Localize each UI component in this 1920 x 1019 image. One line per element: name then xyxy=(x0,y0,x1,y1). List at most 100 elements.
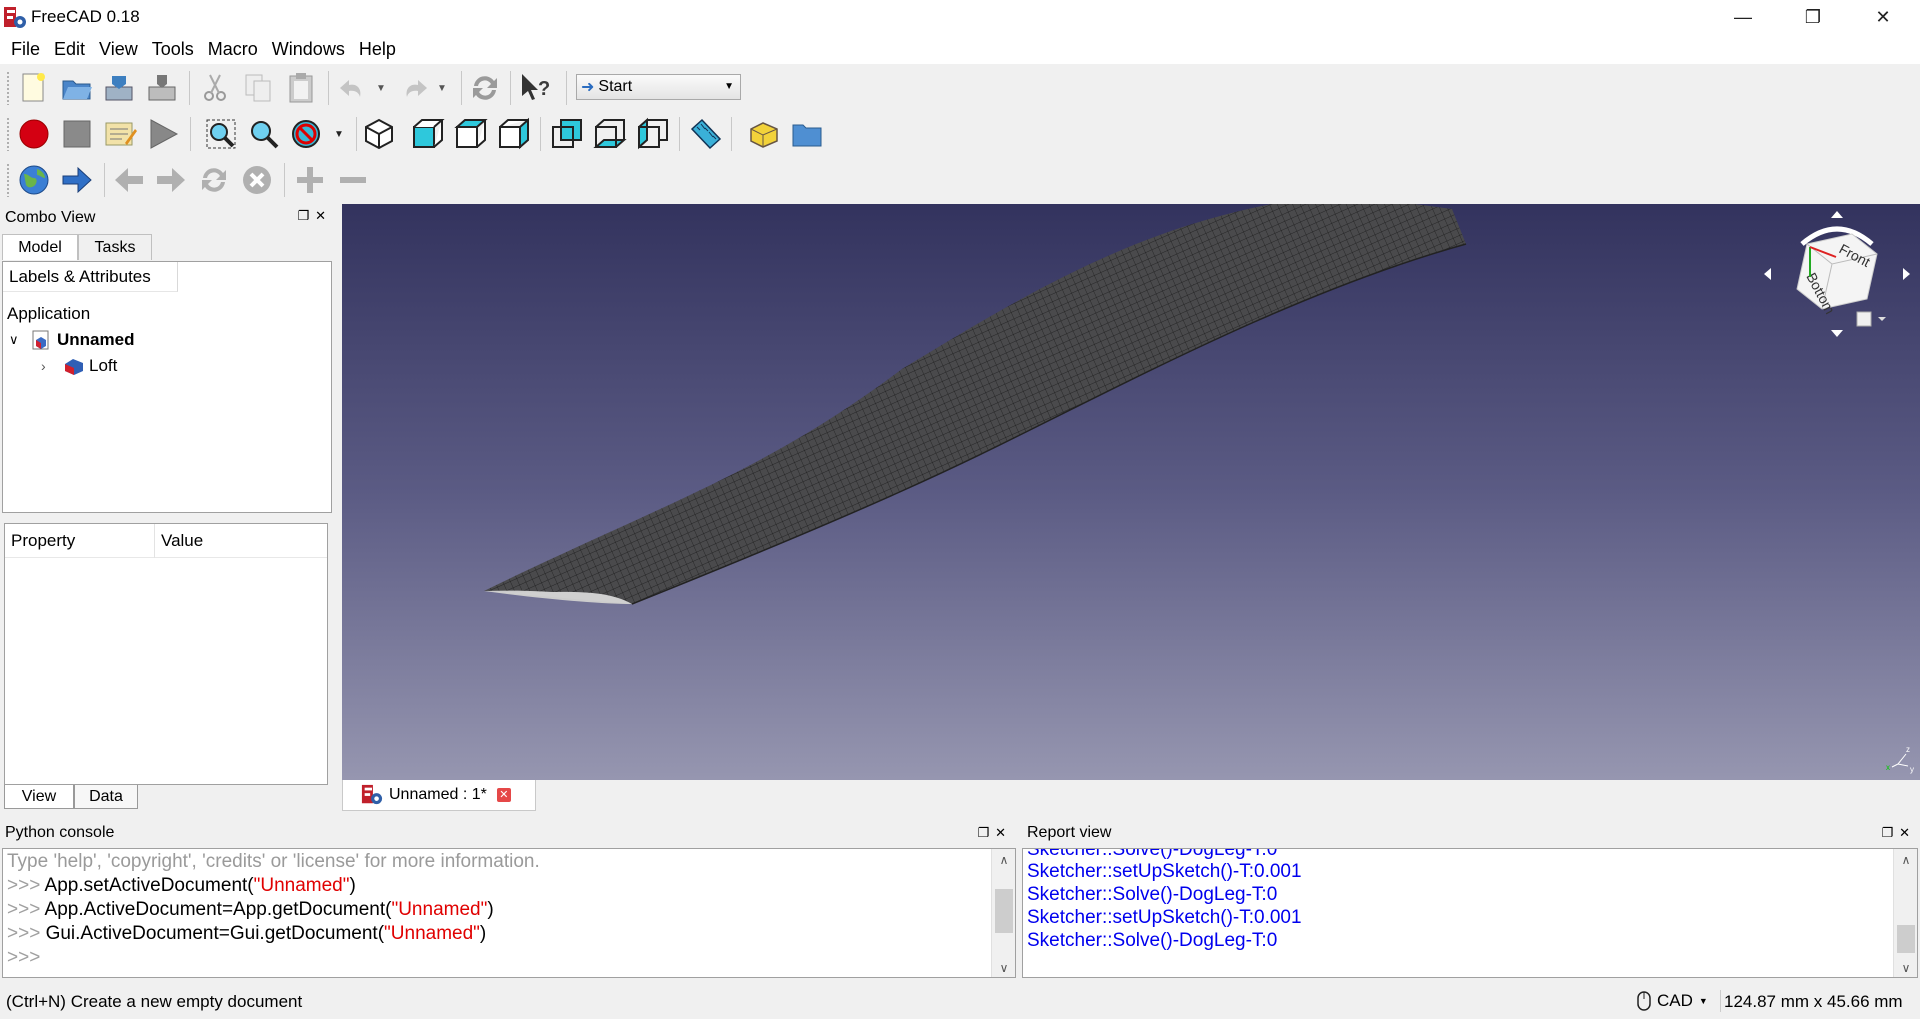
right-view-icon[interactable] xyxy=(495,115,533,153)
scroll-down-icon[interactable]: ∨ xyxy=(992,957,1015,977)
document-tab[interactable]: Unnamed : 1* ✕ xyxy=(342,780,536,811)
model-tree: Labels & Attributes Application ∨ Unname… xyxy=(2,261,332,513)
left-view-icon[interactable] xyxy=(634,115,672,153)
bottom-view-icon[interactable] xyxy=(591,115,629,153)
chevron-down-icon: ▼ xyxy=(724,81,734,92)
fit-all-icon[interactable] xyxy=(202,115,240,153)
menu-file[interactable]: File xyxy=(4,39,47,60)
undo-dropdown-icon[interactable]: ▼ xyxy=(372,69,390,107)
top-view-icon[interactable] xyxy=(452,115,490,153)
expand-chevron-icon[interactable]: ∨ xyxy=(9,332,31,348)
report-line: Sketcher::setUpSketch()-T:0.001 xyxy=(1027,907,1302,928)
scroll-thumb[interactable] xyxy=(1897,925,1915,953)
web-open-icon[interactable] xyxy=(58,161,96,199)
report-view[interactable]: Sketcher::Solve()-DogLeg-T:0 Sketcher::s… xyxy=(1022,848,1918,978)
tab-tasks[interactable]: Tasks xyxy=(78,234,152,260)
whats-this-icon[interactable]: ? xyxy=(516,69,554,107)
tree-item-loft[interactable]: › Loft xyxy=(41,354,117,378)
loft-label: Loft xyxy=(89,356,118,375)
dock-controls[interactable]: ❐✕ xyxy=(977,825,1012,841)
console-scrollbar[interactable]: ∧ ∨ xyxy=(991,849,1015,977)
loft-wing-model[interactable] xyxy=(342,204,1920,780)
redo-icon[interactable] xyxy=(395,69,433,107)
web-refresh-icon[interactable] xyxy=(195,161,233,199)
rear-view-icon[interactable] xyxy=(548,115,586,153)
document-tab-label: Unnamed : 1* xyxy=(389,786,487,803)
menu-windows[interactable]: Windows xyxy=(265,39,352,60)
redo-dropdown-icon[interactable]: ▼ xyxy=(433,69,451,107)
scroll-thumb[interactable] xyxy=(995,889,1013,933)
title-bar: FreeCAD 0.18 — ❐ ✕ xyxy=(0,0,1920,34)
web-forward-icon[interactable] xyxy=(152,161,190,199)
console-input-line[interactable]: >>> xyxy=(7,947,46,969)
zoom-in-icon[interactable] xyxy=(291,161,329,199)
menu-edit[interactable]: Edit xyxy=(47,39,92,60)
3d-viewport[interactable]: Front Bottom z x y xyxy=(342,204,1920,780)
macro-record-icon[interactable] xyxy=(15,115,53,153)
isometric-view-icon[interactable] xyxy=(360,115,398,153)
tab-model[interactable]: Model xyxy=(2,234,78,260)
close-tab-icon[interactable]: ✕ xyxy=(496,788,511,802)
navigation-style-label: CAD xyxy=(1657,991,1693,1010)
console-line: >>> App.ActiveDocument=App.getDocument("… xyxy=(7,899,494,920)
document-label: Unnamed xyxy=(57,330,135,349)
report-scrollbar[interactable]: ∧ ∨ xyxy=(1893,849,1917,977)
combo-view-title: Combo View ❐✕ xyxy=(0,204,338,232)
macro-run-icon[interactable] xyxy=(144,115,182,153)
tree-item-document[interactable]: ∨ Unnamed xyxy=(9,328,134,352)
scroll-up-icon[interactable]: ∧ xyxy=(1894,849,1917,871)
fit-selection-icon[interactable] xyxy=(245,115,283,153)
part-icon[interactable] xyxy=(745,115,783,153)
python-console-title: Python console ❐✕ xyxy=(0,819,1016,847)
web-home-icon[interactable] xyxy=(15,161,53,199)
draw-style-icon[interactable] xyxy=(288,115,326,153)
document-icon xyxy=(31,330,51,350)
navigation-style-selector[interactable]: CAD ▼ xyxy=(1637,991,1708,1011)
restore-button[interactable]: ❐ xyxy=(1778,0,1848,34)
dimensions-readout: 124.87 mm x 45.66 mm xyxy=(1724,992,1903,1011)
menu-tools[interactable]: Tools xyxy=(145,39,201,60)
tab-data[interactable]: Data xyxy=(74,785,138,809)
save-as-icon[interactable] xyxy=(143,69,181,107)
workbench-label: Start xyxy=(598,78,633,95)
macro-edit-icon[interactable] xyxy=(101,115,139,153)
dock-controls[interactable]: ❐✕ xyxy=(297,208,332,224)
scroll-down-icon[interactable]: ∨ xyxy=(1894,957,1917,977)
scroll-up-icon[interactable]: ∧ xyxy=(992,849,1015,871)
property-panel: Property Value xyxy=(4,523,328,785)
macro-stop-icon[interactable] xyxy=(58,115,96,153)
expand-arrow-icon[interactable]: › xyxy=(41,358,63,374)
dock-controls[interactable]: ❐✕ xyxy=(1881,825,1916,841)
open-icon[interactable] xyxy=(58,69,96,107)
tab-view[interactable]: View xyxy=(4,785,74,809)
python-console[interactable]: Type 'help', 'copyright', 'credits' or '… xyxy=(2,848,1016,978)
menu-view[interactable]: View xyxy=(92,39,145,60)
copy-icon[interactable] xyxy=(239,69,277,107)
workbench-arrow-icon: ➜ xyxy=(581,79,595,96)
undo-icon[interactable] xyxy=(334,69,372,107)
combo-tabs: Model Tasks xyxy=(0,232,338,260)
save-icon[interactable] xyxy=(100,69,138,107)
console-info-line: Type 'help', 'copyright', 'credits' or '… xyxy=(7,851,540,872)
new-document-icon[interactable] xyxy=(15,69,53,107)
group-icon[interactable] xyxy=(788,115,826,153)
zoom-out-icon[interactable] xyxy=(334,161,372,199)
minimize-button[interactable]: — xyxy=(1708,0,1778,34)
report-view-title: Report view ❐✕ xyxy=(1022,819,1920,847)
web-back-icon[interactable] xyxy=(110,161,148,199)
refresh-icon[interactable] xyxy=(466,69,504,107)
workbench-selector[interactable]: ➜ Start ▼ xyxy=(576,74,741,100)
navigation-cube[interactable]: Front Bottom xyxy=(1762,204,1912,354)
close-button[interactable]: ✕ xyxy=(1848,0,1918,34)
tree-section-application: Application xyxy=(7,304,91,323)
web-stop-icon[interactable] xyxy=(238,161,276,199)
draw-style-dropdown-icon[interactable]: ▼ xyxy=(330,115,348,153)
cut-icon[interactable] xyxy=(196,69,234,107)
measure-icon[interactable] xyxy=(686,115,724,153)
front-view-icon[interactable] xyxy=(409,115,447,153)
loft-icon xyxy=(63,356,85,376)
menu-macro[interactable]: Macro xyxy=(201,39,265,60)
paste-icon[interactable] xyxy=(282,69,320,107)
window-title: FreeCAD 0.18 xyxy=(31,7,140,26)
menu-help[interactable]: Help xyxy=(352,39,403,60)
